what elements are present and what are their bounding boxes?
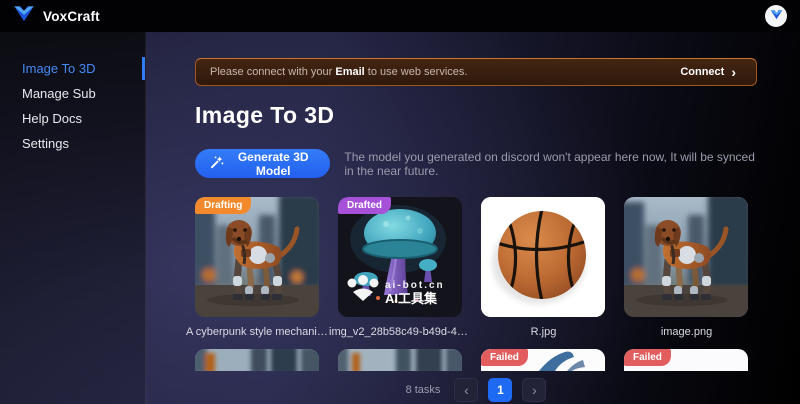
sidebar-item-label: Help Docs <box>22 111 82 126</box>
task-card-grid: Drafting A cyberpunk style mechanical... <box>195 197 757 338</box>
card-thumbnail <box>624 197 748 317</box>
sidebar-item-help-docs[interactable]: Help Docs <box>0 106 145 131</box>
voxcraft-logo-icon <box>13 4 35 28</box>
basketball-image <box>481 197 605 317</box>
top-header: VoxCraft <box>0 0 800 32</box>
banner-message: Please connect with your Email to use we… <box>210 66 467 78</box>
email-connect-banner: Please connect with your Email to use we… <box>195 58 757 86</box>
task-card-partial[interactable] <box>195 349 319 371</box>
task-card-image-png[interactable]: image.png <box>624 197 748 338</box>
status-badge-drafting: Drafting <box>195 197 251 214</box>
banner-text-after: to use web services. <box>365 66 468 78</box>
task-card-cyberpunk-dog[interactable]: Drafting A cyberpunk style mechanical... <box>195 197 319 338</box>
task-card-partial-failed[interactable]: Failed <box>624 349 748 371</box>
status-badge-failed: Failed <box>481 349 528 366</box>
banner-email-highlight: Email <box>335 66 364 78</box>
task-card-partial[interactable] <box>338 349 462 371</box>
card-thumbnail: Drafting <box>195 197 319 317</box>
card-caption: image.png <box>615 326 758 338</box>
task-card-partial-failed[interactable]: Failed <box>481 349 605 371</box>
main-content: Please connect with your Email to use we… <box>146 32 800 404</box>
page-title: Image To 3D <box>195 102 757 129</box>
sidebar-item-label: Manage Sub <box>22 86 96 101</box>
voxcraft-app: VoxCraft Image To 3D Manage Sub Help Doc… <box>0 0 800 404</box>
sidebar-item-settings[interactable]: Settings <box>0 131 145 156</box>
sidebar-item-label: Image To 3D <box>22 61 95 76</box>
watermark-cn-text: AI工具集 <box>385 291 438 306</box>
active-indicator-bar <box>142 57 145 80</box>
sidebar: Image To 3D Manage Sub Help Docs Setting… <box>0 32 146 404</box>
city-image-top <box>195 349 319 371</box>
status-badge-failed: Failed <box>624 349 671 366</box>
page-1-button[interactable]: 1 <box>488 378 512 402</box>
pagination: 8 tasks ‹ 1 › <box>195 378 757 402</box>
generate-row: Generate 3D Model The model you generate… <box>195 149 757 178</box>
connect-button[interactable]: Connect › <box>674 64 742 80</box>
page-body: Image To 3D Manage Sub Help Docs Setting… <box>0 32 800 404</box>
brand-name: VoxCraft <box>43 9 100 24</box>
cyberpunk-dog-image <box>624 197 748 317</box>
status-badge-drafted: Drafted <box>338 197 391 214</box>
user-avatar[interactable] <box>765 5 787 27</box>
connect-label: Connect <box>680 66 724 78</box>
magic-wand-icon <box>210 155 224 172</box>
discord-sync-note: The model you generated on discord won't… <box>344 150 757 178</box>
brand-home-link[interactable]: VoxCraft <box>13 4 100 28</box>
card-thumbnail <box>481 197 605 317</box>
sidebar-item-manage-sub[interactable]: Manage Sub <box>0 81 145 106</box>
card-caption: R.jpg <box>472 326 615 338</box>
card-caption: img_v2_28b58c49-b49d-4e59... <box>329 326 472 338</box>
generate-button-label: Generate 3D Model <box>231 150 315 178</box>
cyberpunk-dog-image <box>195 197 319 317</box>
chevron-left-icon: ‹ <box>464 383 469 397</box>
chevron-right-icon: › <box>532 383 537 397</box>
prev-page-button[interactable]: ‹ <box>454 378 478 402</box>
chevron-right-icon: › <box>731 65 736 79</box>
sidebar-item-label: Settings <box>22 136 69 151</box>
task-card-mushroom[interactable]: ai-bot.cn AI工具集 Drafted img_v2_28b58c49-… <box>338 197 462 338</box>
task-card-grid-row2: Failed Failed <box>195 349 757 371</box>
city-image-top <box>338 349 462 371</box>
next-page-button[interactable]: › <box>522 378 546 402</box>
card-caption: A cyberpunk style mechanical... <box>186 326 329 338</box>
mushroom-image: ai-bot.cn AI工具集 <box>338 197 462 317</box>
generate-3d-model-button[interactable]: Generate 3D Model <box>195 149 330 178</box>
card-thumbnail: ai-bot.cn AI工具集 Drafted <box>338 197 462 317</box>
avatar-v-icon <box>770 7 783 25</box>
sidebar-item-image-to-3d[interactable]: Image To 3D <box>0 56 145 81</box>
tasks-count-label: 8 tasks <box>406 384 441 396</box>
watermark-url: ai-bot.cn <box>385 280 445 291</box>
task-card-basketball[interactable]: R.jpg <box>481 197 605 338</box>
banner-text-before: Please connect with your <box>210 66 335 78</box>
